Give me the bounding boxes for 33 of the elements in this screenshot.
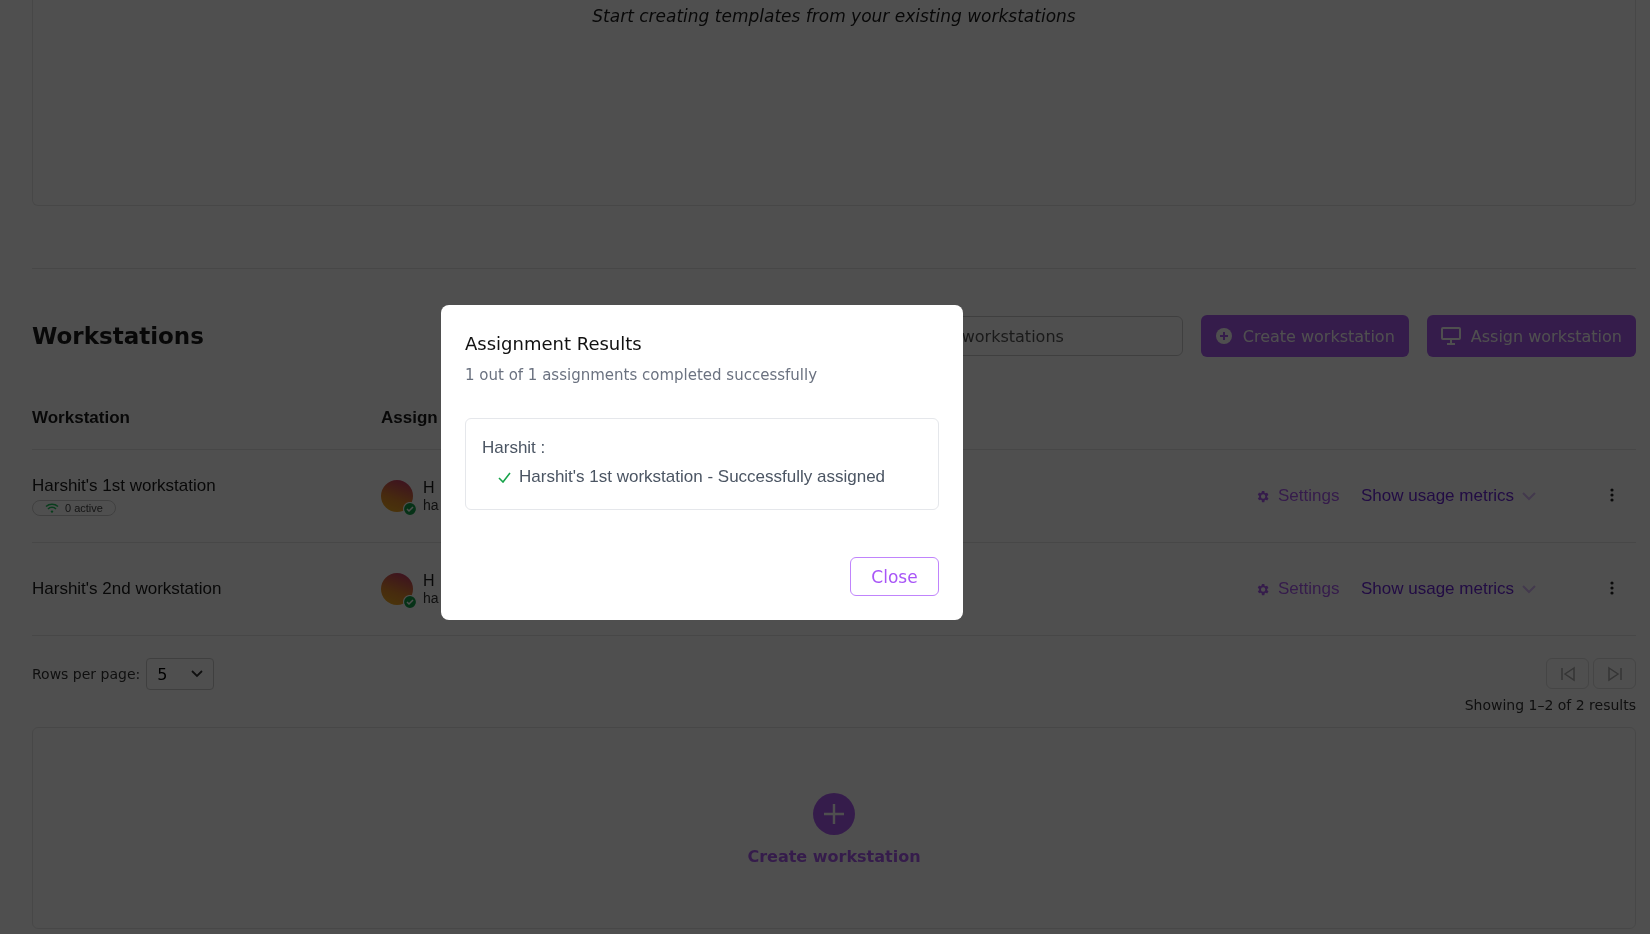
result-user: Harshit : [482, 438, 547, 458]
workstation-name[interactable]: Harshit's 2nd workstation [32, 579, 222, 599]
kebab-icon [1610, 487, 1614, 502]
section-title: Workstations [32, 323, 204, 349]
assignee-name: H [423, 572, 436, 590]
dialog-title: Assignment Results [465, 333, 643, 354]
first-page-button[interactable] [1546, 658, 1589, 689]
close-button[interactable]: Close [850, 557, 939, 596]
usage-metrics-toggle[interactable]: Show usage metrics [1361, 579, 1537, 599]
result-message: Harshit's 1st workstation - Successfully assigned [519, 467, 886, 487]
last-page-button[interactable] [1593, 658, 1636, 689]
plus-circle-icon [813, 793, 855, 835]
results-summary: Showing 1–2 of 2 results [1464, 697, 1636, 713]
dialog-subtitle: 1 out of 1 assignments completed successfully [465, 366, 819, 384]
column-header: Workstation [32, 408, 131, 428]
chevron-down-icon [191, 670, 204, 678]
assignee-email: ha [423, 590, 439, 606]
column-header: Assign [381, 408, 439, 428]
wifi-icon [45, 503, 59, 513]
workstation-name[interactable]: Harshit's 1st workstation [32, 476, 216, 496]
monitor-icon [1440, 327, 1461, 345]
gear-icon [1255, 488, 1270, 504]
empty-state-message: Start creating templates from your existing workstations [592, 6, 1076, 26]
plus-circle-icon [1214, 327, 1233, 345]
skip-forward-icon [1605, 665, 1624, 682]
gear-icon [1255, 581, 1270, 597]
rows-per-page-select[interactable]: 5 [146, 658, 215, 690]
rows-per-page-label: Rows per page: [32, 666, 141, 682]
usage-metrics-toggle[interactable]: Show usage metrics [1361, 486, 1537, 506]
assignee-name: H [423, 479, 436, 497]
skip-back-icon [1558, 665, 1577, 682]
kebab-icon [1610, 580, 1614, 595]
assignee-email: ha [423, 497, 439, 513]
